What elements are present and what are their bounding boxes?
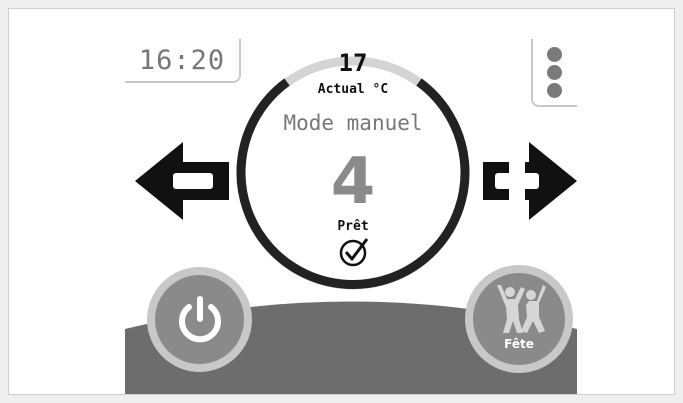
actual-temperature-label: Actual °C bbox=[317, 82, 389, 97]
power-icon bbox=[178, 295, 221, 342]
dancing-people-icon bbox=[497, 285, 546, 333]
mode-label: Mode manuel bbox=[283, 111, 423, 135]
thermostat-screen: 16:20 17 Actual °C Mode manuel 4 Prêt Fê… bbox=[125, 39, 577, 394]
device-frame: 16:20 17 Actual °C Mode manuel 4 Prêt Fê… bbox=[8, 8, 675, 395]
power-button[interactable] bbox=[147, 267, 252, 372]
menu-button[interactable] bbox=[531, 39, 577, 107]
check-circle-icon bbox=[339, 238, 369, 267]
clock-display[interactable]: 16:20 bbox=[125, 39, 241, 83]
status-label: Prêt bbox=[337, 219, 369, 234]
party-mode-button[interactable]: Fête bbox=[465, 265, 573, 373]
party-label: Fête bbox=[504, 337, 534, 351]
plus-arrow-icon[interactable] bbox=[481, 140, 577, 222]
minus-arrow-icon[interactable] bbox=[133, 140, 231, 222]
setpoint-value: 4 bbox=[330, 145, 376, 219]
actual-temperature-value: 17 bbox=[338, 49, 368, 77]
